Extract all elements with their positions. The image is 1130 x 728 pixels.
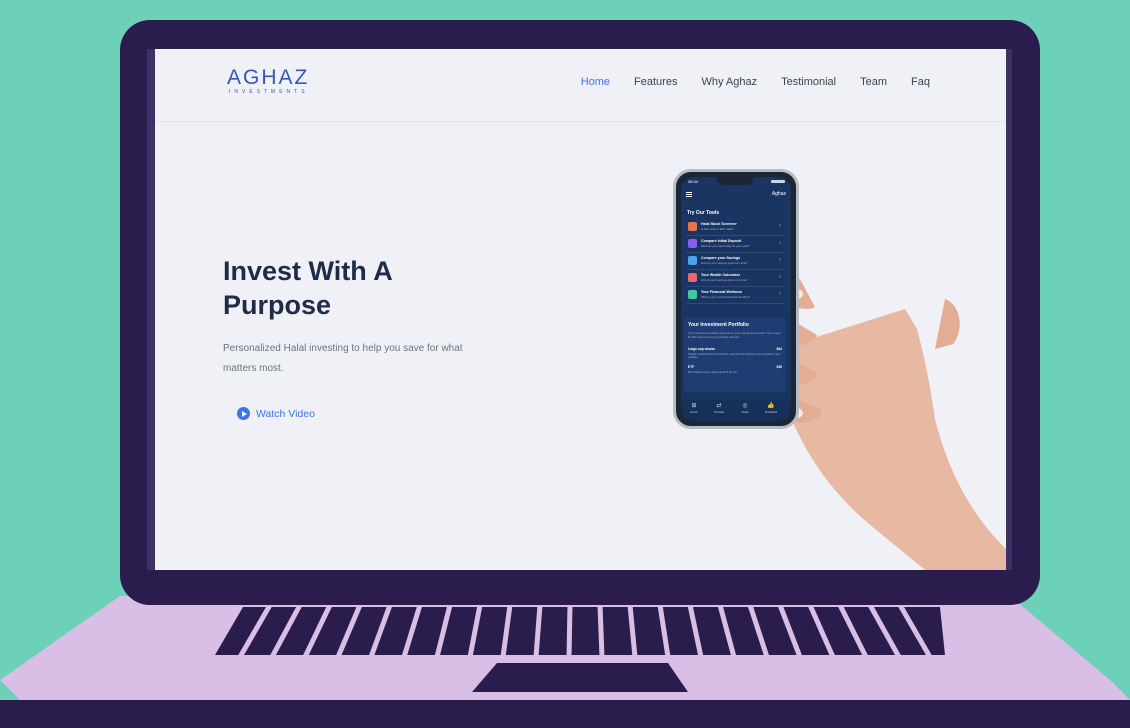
row-label: ETF: [688, 365, 695, 369]
row-subtext: We diversify using a large-cap ETF for y…: [688, 371, 738, 374]
hero-subtitle: Personalized Halal investing to help you…: [223, 343, 463, 374]
chevron-right-icon: ›: [779, 291, 781, 297]
tool-title: Your Wealth Calculator: [701, 273, 741, 277]
tab-goals[interactable]: ◎ Goals: [735, 403, 755, 414]
phone-clock: 08:34: [688, 179, 699, 184]
tab-feedback[interactable]: 👍 Feedback: [761, 403, 781, 414]
home-icon: ⊞: [691, 403, 697, 409]
tool-title: Halal Stock Screener: [701, 222, 737, 226]
phone-tab-bar: ⊞ Home ⇄ Transfer ◎ Goals 👍 Feedback: [681, 399, 791, 421]
wellness-icon: [688, 290, 697, 299]
tool-title: Compare Initial Deposit: [701, 239, 742, 243]
screen-rim-right: [1006, 49, 1012, 570]
laptop-base: [0, 596, 1130, 728]
phone-mockup: 08:34 Aghaz Try Our Tools Halal Stock Sc…: [673, 169, 799, 429]
savings-icon: [688, 256, 697, 265]
nav-testimonial[interactable]: Testimonial: [781, 76, 836, 88]
portfolio-description: Your investment portfolio depends on you…: [688, 331, 781, 339]
investment-portfolio-card: Your Investment Portfolio Your investmen…: [684, 317, 786, 392]
tab-label: Feedback: [764, 410, 778, 414]
tool-card-initial-deposit[interactable]: Compare Initial Deposit What do you need…: [686, 236, 784, 253]
tool-card-wealth-calculator[interactable]: Your Wealth Calculator How do your savin…: [686, 270, 784, 287]
tab-label: Goals: [741, 410, 749, 414]
chevron-right-icon: ›: [779, 240, 781, 246]
row-value: $36: [776, 365, 782, 369]
nav-home[interactable]: Home: [581, 76, 610, 88]
tab-home[interactable]: ⊞ Home: [684, 403, 704, 414]
tool-card-savings[interactable]: Compare your Savings How do your savings…: [686, 253, 784, 270]
logo-wordmark: AGHAZ: [227, 66, 310, 89]
chevron-right-icon: ›: [779, 223, 781, 229]
hero-title: Invest With A Purpose: [223, 256, 392, 320]
logo-tagline: INVESTMENTS: [229, 89, 309, 95]
tab-label: Home: [690, 410, 698, 414]
hamburger-menu-icon[interactable]: [686, 192, 692, 193]
nav-faq[interactable]: Faq: [911, 76, 930, 88]
watch-video-label: Watch Video: [256, 407, 315, 420]
deposit-icon: [688, 239, 697, 248]
phone-screen: 08:34 Aghaz Try Our Tools Halal Stock Sc…: [681, 177, 791, 421]
nav-features[interactable]: Features: [634, 76, 677, 88]
chevron-right-icon: ›: [779, 274, 781, 280]
row-subtext: Shariah graded stocks from Identify, opt…: [688, 353, 781, 360]
row-label: Large-cap stocks: [688, 347, 716, 351]
tool-title: Compare your Savings: [701, 256, 741, 260]
screener-icon: [688, 222, 697, 231]
feedback-icon: 👍: [767, 403, 775, 409]
watch-video-button[interactable]: Watch Video: [237, 407, 315, 420]
nav-why-aghaz[interactable]: Why Aghaz: [701, 76, 757, 88]
phone-notch: [717, 177, 753, 185]
nav-team[interactable]: Team: [860, 76, 887, 88]
tab-transfer[interactable]: ⇄ Transfer: [709, 403, 729, 414]
play-icon: [237, 407, 250, 420]
tool-subtitle: How do your savings grow over time?: [701, 278, 748, 282]
top-navigation: AGHAZ INVESTMENTS Home Features Why Agha…: [155, 49, 1006, 122]
calculator-icon: [688, 273, 697, 282]
tool-subtitle: What is your current financial situation…: [701, 295, 750, 299]
tool-subtitle: What do you need today for your goal?: [701, 244, 750, 248]
phone-app-brand: Aghaz: [771, 191, 786, 197]
portfolio-row-large-cap: Large-cap stocks $64: [688, 347, 782, 351]
chevron-right-icon: ›: [779, 257, 781, 263]
screen-rim-left: [147, 49, 155, 570]
aghaz-logo[interactable]: AGHAZ INVESTMENTS: [227, 66, 310, 96]
goals-icon: ◎: [742, 403, 748, 409]
row-value: $64: [776, 347, 782, 351]
signal-battery-icon: [771, 180, 785, 183]
portfolio-title: Your Investment Portfolio: [688, 322, 749, 328]
tool-title: Your Financial Wellness: [701, 290, 743, 294]
tool-subtitle: Is that stock or ETF halal?: [701, 227, 734, 231]
trackpad[interactable]: [472, 663, 688, 692]
tools-title: Try Our Tools: [687, 210, 720, 216]
nav-menu: Home Features Why Aghaz Testimonial Team…: [557, 76, 930, 88]
website-viewport: AGHAZ INVESTMENTS Home Features Why Agha…: [155, 49, 1006, 570]
tool-card-financial-wellness[interactable]: Your Financial Wellness What is your cur…: [686, 287, 784, 304]
portfolio-row-etf: ETF $36: [688, 365, 782, 369]
tool-subtitle: How do your savings grow over time?: [701, 261, 748, 265]
transfer-icon: ⇄: [716, 403, 722, 409]
tool-card-stock-screener[interactable]: Halal Stock Screener Is that stock or ET…: [686, 219, 784, 236]
tab-label: Transfer: [713, 410, 725, 414]
